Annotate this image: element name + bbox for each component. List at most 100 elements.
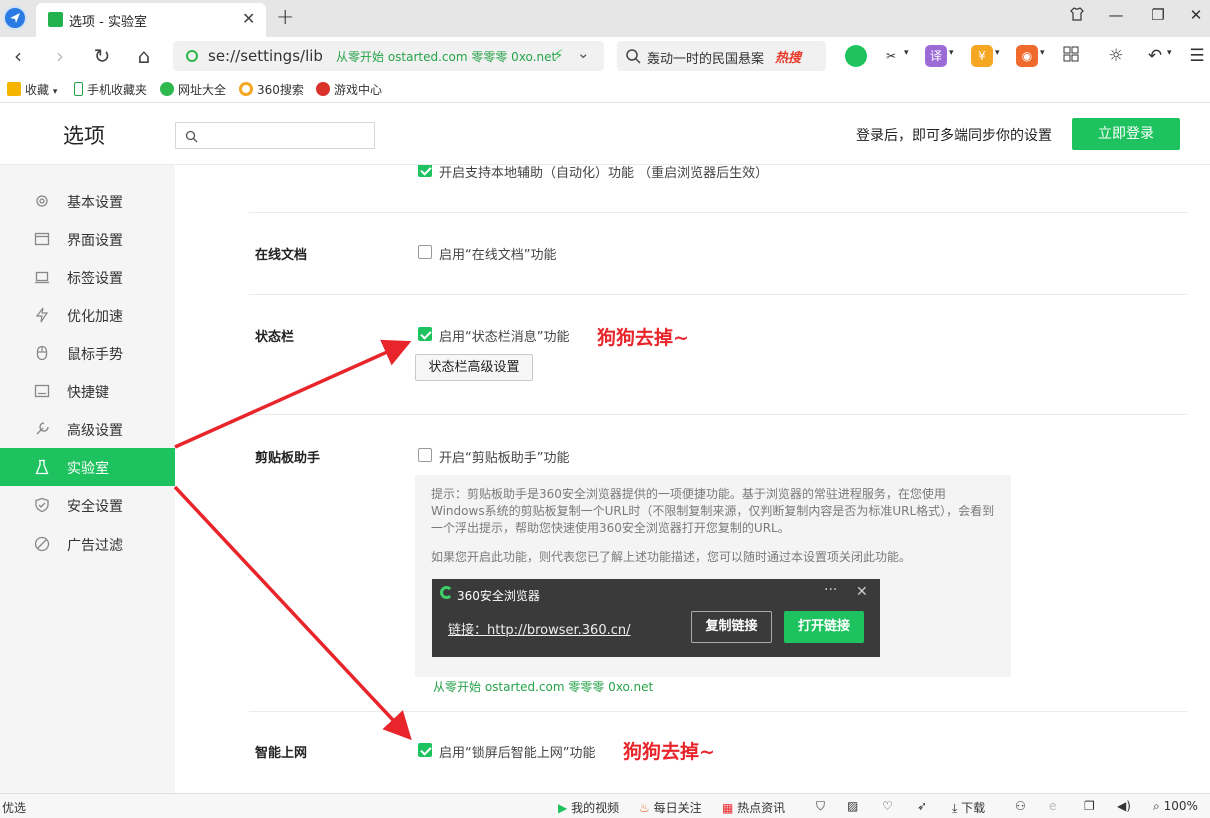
browser-logo-icon[interactable] bbox=[3, 6, 27, 30]
url-text[interactable]: se://settings/lib bbox=[208, 47, 323, 65]
tab-settings[interactable]: 选项 - 实验室 ✕ bbox=[36, 3, 266, 37]
shield-icon[interactable]: ⛉ bbox=[816, 799, 825, 814]
sidebar-item-basic[interactable]: 基本设置 bbox=[0, 182, 175, 220]
back-button[interactable]: ‹ bbox=[5, 43, 31, 69]
status-bar-advanced-button[interactable]: 状态栏高级设置 bbox=[415, 354, 533, 381]
skin-icon[interactable] bbox=[1063, 6, 1091, 30]
reload-button[interactable]: ↻ bbox=[89, 43, 115, 69]
status-bar-checkbox[interactable] bbox=[418, 327, 432, 341]
bookmark-favorites[interactable]: 收藏 ▾ bbox=[7, 81, 57, 98]
smart-net-annotation: 狗狗去掉~ bbox=[623, 741, 715, 763]
settings-search[interactable] bbox=[175, 122, 375, 149]
bookmark-search[interactable]: 360搜索 bbox=[239, 81, 304, 98]
search-suggestion[interactable]: 轰动一时的民国悬案 bbox=[647, 48, 764, 67]
game-icon[interactable]: ◉ bbox=[1016, 45, 1038, 67]
undo-dropdown-icon[interactable]: ▾ bbox=[1167, 48, 1172, 58]
search-box[interactable]: 轰动一时的民国悬案 热搜 bbox=[617, 41, 826, 71]
360-search-icon bbox=[239, 82, 253, 96]
image-icon[interactable]: ▨ bbox=[847, 799, 858, 813]
bookmark-label: 网址大全 bbox=[178, 83, 227, 97]
scissors-dropdown-icon[interactable]: ▾ bbox=[904, 48, 909, 58]
new-tab-button[interactable]: + bbox=[276, 5, 294, 30]
bookmark-sites[interactable]: 网址大全 bbox=[160, 81, 226, 98]
more-icon[interactable]: ··· bbox=[824, 582, 837, 598]
login-hint: 登录后，即可多端同步你的设置 bbox=[856, 128, 1052, 144]
clipboard-checkbox[interactable] bbox=[418, 448, 432, 462]
translate-dropdown-icon[interactable]: ▾ bbox=[949, 48, 954, 58]
download-label: 下载 bbox=[961, 801, 986, 815]
address-bar[interactable]: se://settings/lib 从零开始 ostarted.com 零零零 … bbox=[173, 41, 604, 71]
clipboard-hint-text: 提示：剪贴板助手是360安全浏览器提供的一项便捷功能。基于浏览器的常驻进程服务，… bbox=[431, 487, 995, 535]
sidebar-item-tabs[interactable]: 标签设置 bbox=[0, 258, 175, 296]
smart-net-label: 启用“锁屏后智能上网”功能 bbox=[439, 746, 596, 761]
sidebar-item-ad-filter[interactable]: 广告过滤 bbox=[0, 525, 175, 563]
chevron-down-icon: ▾ bbox=[52, 87, 58, 97]
daily-follow-button[interactable]: ♨ 每日关注 bbox=[639, 799, 702, 816]
url-promo-text: 从零开始 ostarted.com 零零零 0xo.net bbox=[336, 50, 557, 64]
sidebar-item-lab[interactable]: 实验室 bbox=[0, 448, 175, 486]
flask-icon bbox=[35, 459, 49, 475]
game-dropdown-icon[interactable]: ▾ bbox=[1040, 48, 1045, 58]
sidebar-item-label: 快捷键 bbox=[67, 385, 109, 401]
forward-button[interactable]: › bbox=[47, 43, 73, 69]
star-icon bbox=[7, 82, 21, 96]
brightness-icon[interactable]: ☼ bbox=[1105, 45, 1127, 67]
sidebar-item-label: 实验室 bbox=[67, 461, 109, 477]
open-link-button[interactable]: 打开链接 bbox=[784, 611, 864, 643]
status-bar: 优选 ▶ 我的视频 ♨ 每日关注 ▦ 热点资讯 ⛉ ▨ ♡ ➶ ⤓ 下载 ⚇ e… bbox=[0, 793, 1210, 818]
bookmark-label: 360搜索 bbox=[257, 83, 304, 97]
sidebar-item-shortcuts[interactable]: 快捷键 bbox=[0, 372, 175, 410]
ie-icon[interactable]: e bbox=[1049, 799, 1056, 813]
translate-icon[interactable]: 译 bbox=[925, 45, 947, 67]
sidebar-item-label: 高级设置 bbox=[67, 423, 123, 439]
minimize-button[interactable]: — bbox=[1102, 6, 1130, 30]
close-icon[interactable]: ✕ bbox=[856, 584, 868, 600]
apps-grid-icon[interactable] bbox=[1060, 45, 1082, 67]
video-icon: ▶ bbox=[558, 801, 568, 815]
sync-icon[interactable]: ⚇ bbox=[1015, 799, 1026, 813]
popup-link[interactable]: 链接：http://browser.360.cn/ bbox=[448, 619, 631, 638]
hot-news-button[interactable]: ▦ 热点资讯 bbox=[722, 799, 785, 816]
undo-icon[interactable]: ↶ bbox=[1144, 45, 1166, 67]
menu-icon[interactable]: ☰ bbox=[1186, 45, 1208, 67]
online-docs-checkbox[interactable] bbox=[418, 245, 432, 259]
copy-link-button[interactable]: 复制链接 bbox=[691, 611, 772, 643]
sidebar-item-optimize[interactable]: 优化加速 bbox=[0, 296, 175, 334]
window-close-button[interactable]: ✕ bbox=[1182, 6, 1210, 30]
hot-news-label: 热点资讯 bbox=[737, 801, 786, 815]
settings-search-input[interactable] bbox=[202, 126, 367, 145]
automation-checkbox[interactable] bbox=[418, 165, 432, 177]
download-button[interactable]: ⤓ 下载 bbox=[952, 799, 985, 816]
bookmark-games[interactable]: 游戏中心 bbox=[316, 81, 382, 98]
bookmark-mobile[interactable]: 手机收藏夹 bbox=[74, 81, 147, 98]
sidebar-item-label: 广告过滤 bbox=[67, 538, 123, 554]
heart-icon[interactable]: ♡ bbox=[882, 799, 893, 813]
tab-close-icon[interactable]: ✕ bbox=[242, 9, 255, 28]
gear-icon bbox=[36, 195, 48, 207]
speed-mode-icon[interactable]: ⚡ bbox=[553, 46, 564, 64]
smart-net-checkbox[interactable] bbox=[418, 743, 432, 757]
login-button[interactable]: 立即登录 bbox=[1072, 118, 1180, 150]
home-button[interactable]: ⌂ bbox=[131, 43, 157, 69]
divider bbox=[249, 212, 1187, 213]
clipboard-popup-preview: 360安全浏览器 ··· ✕ 链接：http://browser.360.cn/… bbox=[432, 579, 880, 657]
restore-button[interactable]: ❐ bbox=[1144, 6, 1172, 30]
settings-favicon-icon bbox=[48, 12, 63, 27]
status-bar-label: 启用“状态栏消息”功能 bbox=[439, 330, 570, 345]
zoom-control[interactable]: ⌕ 100% bbox=[1153, 799, 1198, 814]
window-icon[interactable]: ❐ bbox=[1084, 799, 1095, 813]
my-video-label: 我的视频 bbox=[571, 801, 620, 815]
sidebar-item-advanced[interactable]: 高级设置 bbox=[0, 410, 175, 448]
sidebar-item-mouse-gesture[interactable]: 鼠标手势 bbox=[0, 334, 175, 372]
my-video-button[interactable]: ▶ 我的视频 bbox=[558, 799, 619, 816]
sidebar-item-interface[interactable]: 界面设置 bbox=[0, 220, 175, 258]
coupon-dropdown-icon[interactable]: ▾ bbox=[995, 48, 1000, 58]
volume-icon[interactable]: ◀) bbox=[1117, 799, 1131, 813]
navigation-bar: ‹ › ↻ ⌂ se://settings/lib 从零开始 ostarted.… bbox=[0, 37, 1210, 75]
chevron-down-icon[interactable]: ⌄ bbox=[577, 44, 590, 62]
sidebar-item-security[interactable]: 安全设置 bbox=[0, 486, 175, 524]
rocket-icon[interactable]: ➶ bbox=[917, 799, 927, 813]
wechat-icon[interactable] bbox=[845, 45, 867, 67]
scissors-icon[interactable]: ✂ bbox=[880, 45, 902, 67]
coupon-icon[interactable]: ¥ bbox=[971, 45, 993, 67]
